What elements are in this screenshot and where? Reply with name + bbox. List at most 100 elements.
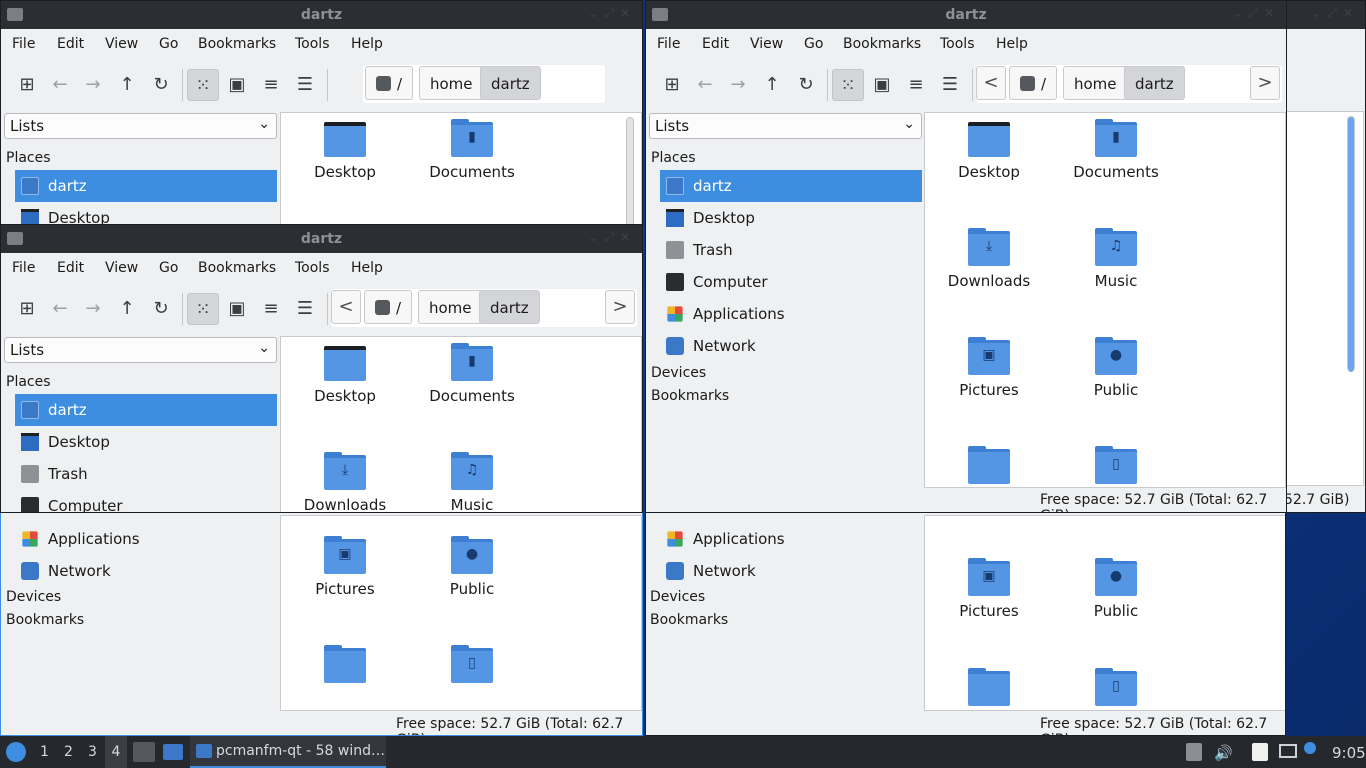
folder-view[interactable]: Desktop ▮ Documents ⤓ Downloads ♫ Music …: [924, 112, 1286, 488]
side-pane-mode-select[interactable]: Lists ⌄: [4, 113, 277, 139]
menu-go[interactable]: Go: [804, 36, 823, 52]
path-segment-home[interactable]: home: [418, 290, 483, 324]
menu-view[interactable]: View: [105, 260, 138, 276]
back-arrow-icon[interactable]: ←: [44, 69, 76, 101]
close-icon[interactable]: ✕: [1343, 6, 1359, 20]
file-item-folder[interactable]: [281, 639, 409, 710]
menu-edit[interactable]: Edit: [57, 36, 84, 52]
updates-icon[interactable]: [1186, 743, 1202, 761]
sidebar-item-dartz[interactable]: dartz: [15, 394, 277, 426]
sidebar-item-computer[interactable]: Computer: [15, 490, 277, 512]
sidebar-item-dartz[interactable]: dartz: [660, 170, 922, 202]
new-tab-icon[interactable]: ⊞: [656, 69, 688, 101]
menu-help[interactable]: Help: [351, 36, 383, 52]
sidebar-item-applications[interactable]: Applications: [660, 298, 922, 330]
file-item-downloads[interactable]: ⤓ Downloads: [281, 446, 409, 512]
menu-file[interactable]: File: [12, 260, 35, 276]
window-controls[interactable]: ⌄⤢✕: [588, 6, 636, 21]
sidebar-item-desktop[interactable]: Desktop: [15, 426, 277, 458]
bookmarks-header[interactable]: Bookmarks: [6, 612, 84, 628]
menu-bookmarks[interactable]: Bookmarks: [198, 36, 276, 52]
menu-bookmarks[interactable]: Bookmarks: [198, 260, 276, 276]
up-arrow-icon[interactable]: ↑: [756, 69, 788, 101]
folder-view[interactable]: Desktop ▮ Documents ⤓ Downloads ♫ Music: [280, 336, 642, 512]
titlebar[interactable]: dartz ⌄⤢✕: [646, 1, 1286, 29]
start-menu-icon[interactable]: [6, 742, 26, 762]
desktop-switch-4[interactable]: 4: [105, 736, 127, 768]
sidebar-item-desktop[interactable]: Desktop: [660, 202, 922, 234]
reload-icon[interactable]: ↻: [790, 69, 822, 101]
file-item-downloads[interactable]: ⤓ Downloads: [925, 222, 1053, 312]
task-button-pcmanfm[interactable]: pcmanfm-qt - 58 wind…: [190, 736, 386, 768]
sidebar-item-applications[interactable]: Applications: [660, 523, 922, 555]
thumbnail-view-icon[interactable]: ▣: [221, 69, 253, 101]
reload-icon[interactable]: ↻: [145, 293, 177, 325]
display-icon[interactable]: [1279, 744, 1297, 758]
minimize-icon[interactable]: ⌄: [588, 6, 604, 20]
forward-arrow-icon[interactable]: →: [77, 69, 109, 101]
file-item-folder[interactable]: [925, 662, 1053, 710]
folder-view[interactable]: ▣ Pictures ● Public ▯: [924, 515, 1285, 711]
menu-edit[interactable]: Edit: [57, 260, 84, 276]
file-item-pictures[interactable]: ▣ Pictures: [925, 331, 1053, 421]
back-arrow-icon[interactable]: ←: [44, 293, 76, 325]
devices-header[interactable]: Devices: [6, 589, 61, 605]
path-scroll-right-button[interactable]: >: [605, 290, 635, 324]
file-item-pictures[interactable]: ▣ Pictures: [925, 552, 1053, 642]
compact-view-icon[interactable]: ≡: [255, 293, 287, 325]
window-controls[interactable]: ⌄⤢✕: [1311, 6, 1359, 21]
folder-view[interactable]: ▣ Pictures ● Public ▯: [280, 515, 642, 711]
window-controls[interactable]: ⌄⤢✕: [588, 230, 636, 245]
path-segment-dartz[interactable]: dartz: [1124, 66, 1185, 100]
icon-view-icon[interactable]: ⁙: [187, 293, 219, 325]
back-arrow-icon[interactable]: ←: [689, 69, 721, 101]
clock[interactable]: 9:05: [1332, 744, 1366, 762]
sidebar-item-computer[interactable]: Computer: [660, 266, 922, 298]
devices-header[interactable]: Devices: [650, 589, 705, 605]
minimize-icon[interactable]: ⌄: [1311, 6, 1327, 20]
places-header[interactable]: Places: [6, 150, 51, 166]
menu-tools[interactable]: Tools: [295, 260, 330, 276]
minimize-icon[interactable]: ⌄: [1232, 6, 1248, 20]
path-bar[interactable]: < / home dartz >: [976, 65, 1282, 103]
file-item-templates[interactable]: ▯: [1052, 662, 1180, 710]
maximize-icon[interactable]: ⤢: [604, 6, 620, 20]
menu-help[interactable]: Help: [351, 260, 383, 276]
new-tab-icon[interactable]: ⊞: [11, 69, 43, 101]
bookmarks-header[interactable]: Bookmarks: [651, 388, 729, 404]
path-bar[interactable]: / home dartz: [363, 65, 605, 103]
thumbnail-view-icon[interactable]: ▣: [221, 293, 253, 325]
minimize-icon[interactable]: ⌄: [588, 230, 604, 244]
thumbnail-view-icon[interactable]: ▣: [866, 69, 898, 101]
path-segment-dartz[interactable]: dartz: [479, 290, 540, 324]
scrollbar[interactable]: [626, 117, 634, 224]
compact-view-icon[interactable]: ≡: [900, 69, 932, 101]
file-item-templates[interactable]: ▯: [1052, 440, 1180, 487]
sidebar-item-network[interactable]: Network: [15, 555, 277, 587]
forward-arrow-icon[interactable]: →: [77, 293, 109, 325]
menu-file[interactable]: File: [12, 36, 35, 52]
menu-view[interactable]: View: [105, 36, 138, 52]
side-pane-mode-select[interactable]: Lists ⌄: [4, 337, 277, 363]
file-item-desktop[interactable]: Desktop: [925, 113, 1053, 203]
sidebar-item-applications[interactable]: Applications: [15, 523, 277, 555]
sidebar-item-dartz[interactable]: dartz: [15, 170, 277, 202]
file-item-music[interactable]: ♫ Music: [1052, 222, 1180, 312]
maximize-icon[interactable]: ⤢: [604, 230, 620, 244]
desktop-switch-3[interactable]: 3: [88, 744, 97, 760]
file-item-documents[interactable]: ▮ Documents: [408, 113, 536, 203]
scrollbar[interactable]: [1347, 116, 1355, 372]
folder-view[interactable]: Desktop ▮ Documents: [280, 112, 642, 224]
titlebar[interactable]: dartz ⌄⤢✕: [1, 225, 642, 253]
menu-tools[interactable]: Tools: [295, 36, 330, 52]
show-desktop-icon[interactable]: [163, 744, 183, 760]
path-scroll-left-button[interactable]: <: [331, 290, 361, 324]
desktop-switch-1[interactable]: 1: [40, 744, 49, 760]
notification-icon[interactable]: [1304, 742, 1316, 754]
path-scroll-right-button[interactable]: >: [1250, 66, 1280, 100]
sidebar-item-desktop[interactable]: Desktop: [15, 202, 277, 224]
icon-view-icon[interactable]: ⁙: [187, 69, 219, 101]
places-header[interactable]: Places: [651, 150, 696, 166]
close-icon[interactable]: ✕: [620, 6, 636, 20]
folder-view-back[interactable]: [1284, 111, 1364, 486]
